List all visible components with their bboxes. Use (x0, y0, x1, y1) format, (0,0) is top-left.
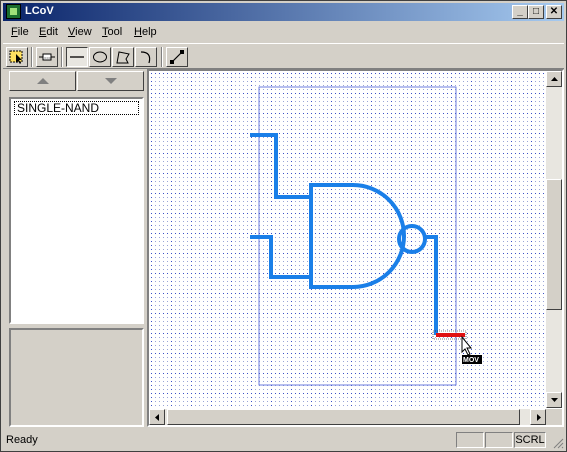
menu-edit[interactable]: Edit (39, 26, 58, 38)
select-tool-button[interactable] (6, 47, 28, 67)
scroll-left-arrow[interactable] (149, 409, 165, 425)
arrow-down-icon (105, 78, 117, 84)
arrow-up-icon (551, 77, 558, 81)
menu-file[interactable]: File (11, 26, 29, 38)
window-title: LCoV (25, 5, 54, 17)
menu-view[interactable]: View (68, 26, 92, 38)
minimize-button[interactable]: _ (512, 5, 528, 19)
maximize-button[interactable]: □ (528, 5, 544, 19)
maximize-icon: □ (532, 6, 540, 17)
arrow-up-icon (37, 78, 49, 84)
app-icon (6, 4, 21, 19)
menu-file-label: ile (17, 26, 29, 38)
menu-view-label: iew (75, 26, 92, 38)
svg-text:===: === (44, 55, 52, 60)
list-item[interactable]: SINGLE-NAND (14, 101, 139, 115)
drawing-canvas[interactable]: MOV (147, 69, 564, 427)
horizontal-scrollbar[interactable] (149, 409, 546, 425)
status-panel (485, 432, 513, 448)
menu-bar: File Edit View Tool Help (3, 23, 564, 41)
vertical-scroll-thumb[interactable] (546, 179, 562, 310)
resistor-tool-button[interactable]: === (36, 47, 58, 67)
major-grid (149, 71, 546, 408)
menu-file-key: F (11, 26, 18, 38)
close-icon: ✕ (549, 6, 559, 17)
toolbar-separator (161, 47, 163, 67)
scroll-down-button[interactable] (77, 71, 144, 91)
app-window: LCoV _ □ ✕ File Edit View Tool Help === (0, 0, 567, 452)
ellipse-tool-button[interactable] (89, 47, 111, 67)
line-tool-button[interactable] (66, 47, 88, 67)
toolbar-separator (31, 47, 33, 67)
wire-tool-button[interactable] (166, 47, 188, 67)
status-panel (456, 432, 484, 448)
vertical-scrollbar[interactable] (546, 71, 562, 408)
arrow-left-icon (155, 414, 159, 421)
status-bar: Ready SCRL (3, 431, 564, 449)
resize-grip-icon[interactable] (552, 437, 564, 449)
resistor-tool-icon: === (39, 53, 55, 61)
arc-tool-button[interactable] (135, 47, 157, 67)
component-list[interactable]: SINGLE-NAND (9, 97, 144, 324)
menu-help[interactable]: Help (134, 26, 157, 38)
scroll-up-button[interactable] (9, 71, 76, 91)
preview-panel (9, 328, 144, 427)
toolbar: === (3, 43, 564, 69)
menu-tool[interactable]: Tool (102, 26, 122, 38)
menu-help-key: H (134, 26, 142, 38)
line-tool-icon (70, 56, 84, 58)
scroll-right-arrow[interactable] (530, 409, 546, 425)
minimize-icon: _ (517, 6, 523, 17)
status-text: Ready (6, 434, 38, 446)
polygon-tool-button[interactable] (112, 47, 134, 67)
arrow-down-icon (551, 398, 558, 402)
title-bar[interactable]: LCoV _ □ ✕ (3, 3, 564, 21)
status-panel-scrl: SCRL (514, 432, 546, 448)
scroll-corner (546, 409, 562, 425)
select-tool-icon (9, 50, 23, 64)
scroll-down-arrow[interactable] (546, 392, 562, 408)
schematic-area[interactable]: MOV (149, 71, 546, 408)
component-panel: SINGLE-NAND (5, 69, 144, 427)
menu-help-label: elp (141, 26, 157, 38)
toolbar-separator (61, 47, 63, 67)
wire-tool-icon (170, 50, 184, 64)
close-button[interactable]: ✕ (546, 5, 562, 19)
horizontal-scroll-thumb[interactable] (167, 409, 520, 425)
arc-tool-icon (140, 51, 151, 64)
menu-edit-label: dit (46, 26, 58, 38)
polygon-tool-icon (116, 51, 130, 64)
ellipse-tool-icon (93, 51, 107, 63)
cursor-tooltip: MOV (463, 357, 479, 364)
arrow-right-icon (537, 414, 541, 421)
menu-tool-label: ool (107, 26, 123, 38)
scroll-up-arrow[interactable] (546, 71, 562, 87)
